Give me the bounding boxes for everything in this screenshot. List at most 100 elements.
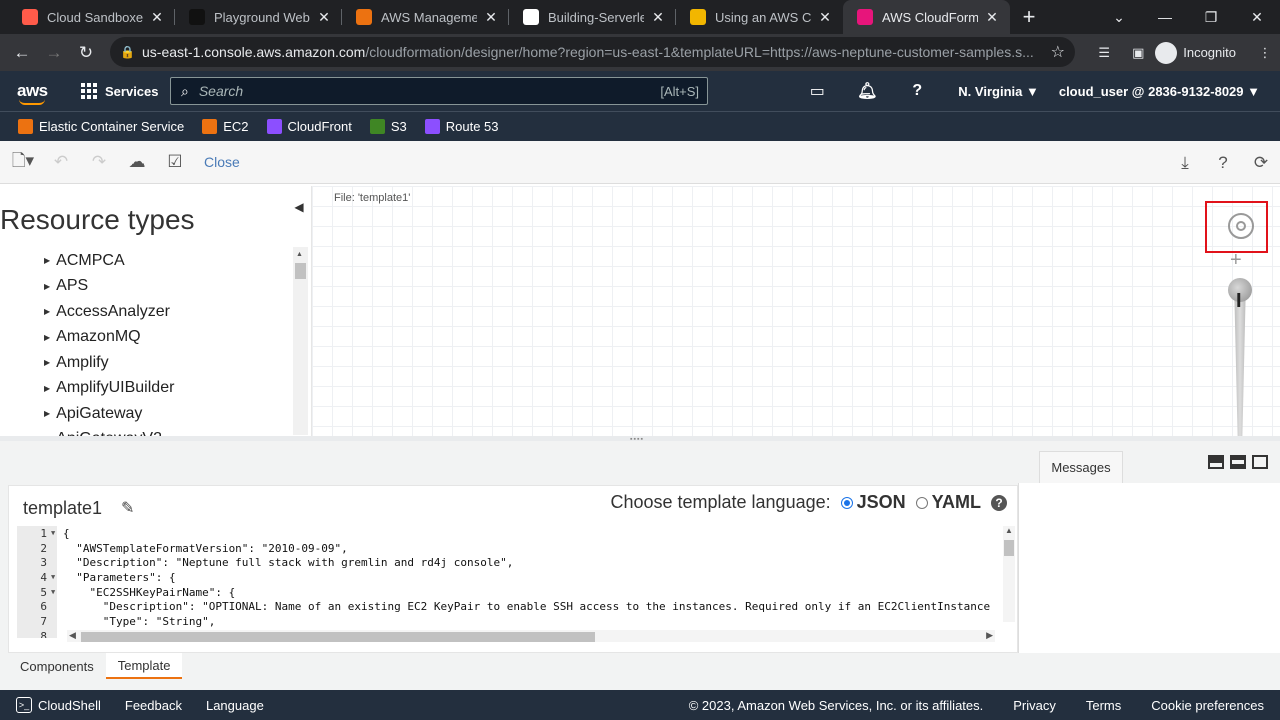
yaml-radio[interactable] <box>915 496 928 509</box>
side-panel-icon[interactable]: ▣ <box>1121 45 1155 61</box>
code-horizontal-scrollbar[interactable]: ◀ ▶ <box>67 630 995 642</box>
tab-close-icon[interactable]: ✕ <box>650 9 666 26</box>
layout-maximize-icon[interactable] <box>1252 455 1268 469</box>
resource-type-item[interactable]: ▶ AmazonMQ <box>0 325 311 351</box>
tab-close-icon[interactable]: ✕ <box>316 9 332 26</box>
back-button[interactable]: ← <box>6 37 38 69</box>
cloudshell-button[interactable]: >_ CloudShell <box>16 697 101 713</box>
fold-toggle-icon[interactable]: ▼ <box>51 529 59 537</box>
scroll-right-icon[interactable]: ▶ <box>986 630 993 641</box>
resource-types-panel: Resource types ▶ ACMPCA ▶ APS ▶ AccessAnalyze… <box>0 186 311 436</box>
cloudshell-icon[interactable]: ▭ <box>792 81 842 101</box>
refresh-icon[interactable]: ⟳ <box>1242 153 1280 173</box>
tab-close-icon[interactable]: ✕ <box>817 9 833 26</box>
favorite-label: Route 53 <box>445 119 499 134</box>
bottom-tabs: Components Template <box>8 653 183 679</box>
favorite-service[interactable]: CloudFront <box>266 119 352 134</box>
search-input[interactable]: ⌕ Search [Alt+S] <box>170 77 708 105</box>
resource-type-item[interactable]: ▶ AccessAnalyzer <box>0 299 311 325</box>
resource-type-item[interactable]: ▶ApiGatewayV2 <box>0 427 311 436</box>
copyright-text: © 2023, Amazon Web Services, Inc. or its… <box>688 697 984 713</box>
layout-split-icon[interactable] <box>1230 455 1246 469</box>
reading-list-icon[interactable]: ☰ <box>1087 45 1121 61</box>
favorite-service[interactable]: Elastic Container Service <box>18 119 184 134</box>
resource-type-item[interactable]: ▶ ApiGateway <box>0 401 311 427</box>
browser-tab[interactable]: Cloud Sandboxes - ✕ <box>8 0 175 34</box>
fit-to-window-button[interactable] <box>1205 201 1268 253</box>
scrollbar-thumb[interactable] <box>295 263 306 279</box>
services-menu-button[interactable]: Services <box>81 83 159 99</box>
account-menu[interactable]: cloud_user @ 2836-9132-8029 ▼ <box>1059 84 1260 99</box>
feedback-link[interactable]: Feedback <box>125 698 182 713</box>
region-selector[interactable]: N. Virginia ▼ <box>958 84 1039 99</box>
browser-menu-icon[interactable]: ⋮ <box>1250 45 1280 61</box>
favorite-service[interactable]: Route 53 <box>424 119 499 134</box>
code-editor[interactable]: 1 ▼ {2 "AWSTemplateFormatVersion": "2010-0… <box>17 526 1007 638</box>
tab-title: Using an AWS Clou <box>715 9 811 25</box>
browser-tab[interactable]: AWS CloudFormatio ✕ <box>843 0 1010 34</box>
validate-template-icon[interactable]: ☑ <box>156 152 194 172</box>
resource-type-item[interactable]: ▶ Amplify <box>0 350 311 376</box>
incognito-indicator[interactable]: Incognito <box>1155 41 1236 64</box>
edit-pencil-icon[interactable]: ✎ <box>121 498 134 518</box>
layout-minimize-icon[interactable] <box>1208 455 1224 469</box>
resource-list-scrollbar[interactable]: ▲ <box>293 247 308 435</box>
favorite-service[interactable]: EC2 <box>202 119 249 134</box>
fold-toggle-icon[interactable]: ▼ <box>51 588 59 596</box>
code-vertical-scrollbar[interactable]: ▲ <box>1003 526 1015 622</box>
terms-link[interactable]: Terms <box>1086 698 1121 713</box>
browser-tab[interactable]: Using an AWS Clou ✕ <box>676 0 843 34</box>
close-window-button[interactable]: ✕ <box>1234 0 1280 34</box>
browser-tab[interactable]: AWS Management ✕ <box>342 0 509 34</box>
create-stack-cloud-icon[interactable]: ☁ <box>118 152 156 172</box>
favorite-label: CloudFront <box>287 119 352 134</box>
close-button[interactable]: Close <box>204 154 240 170</box>
undo-icon[interactable]: ↶ <box>42 152 80 172</box>
redo-icon[interactable]: ↷ <box>80 152 118 172</box>
download-icon[interactable]: ⤓ <box>1166 153 1204 173</box>
browser-tab[interactable]: Building-Serverless ✕ <box>509 0 676 34</box>
tab-template[interactable]: Template <box>105 653 183 679</box>
design-canvas[interactable]: File: 'template1' <box>311 186 1280 436</box>
collapse-panel-icon[interactable]: ◀ <box>290 200 308 218</box>
incognito-label: Incognito <box>1183 45 1236 60</box>
minimize-button[interactable]: — <box>1142 0 1188 34</box>
favorite-service[interactable]: S3 <box>369 119 407 134</box>
service-icon <box>369 119 385 134</box>
scroll-up-icon[interactable]: ▲ <box>296 251 303 258</box>
window-menu-icon[interactable]: ⌄ <box>1096 0 1142 34</box>
resource-type-item[interactable]: ▶ ACMPCA <box>0 248 311 274</box>
aws-logo[interactable]: aws <box>17 81 51 105</box>
privacy-link[interactable]: Privacy <box>1013 698 1056 713</box>
reload-button[interactable]: ↻ <box>70 37 102 69</box>
scrollbar-thumb[interactable] <box>81 632 595 642</box>
tab-components[interactable]: Components <box>8 653 106 679</box>
zoom-in-icon[interactable]: + <box>1230 249 1242 272</box>
scroll-left-icon[interactable]: ◀ <box>69 630 76 641</box>
forward-button[interactable]: → <box>38 37 70 69</box>
browser-tab[interactable]: Playground Web Te ✕ <box>175 0 342 34</box>
tab-close-icon[interactable]: ✕ <box>149 9 165 26</box>
expand-caret-icon: ▶ <box>44 332 51 342</box>
restore-button[interactable]: ❐ <box>1188 0 1234 34</box>
new-tab-button[interactable]: + <box>1014 0 1044 34</box>
new-file-icon[interactable]: 🗋︎▾ <box>4 148 42 177</box>
language-link[interactable]: Language <box>206 698 264 713</box>
tab-close-icon[interactable]: ✕ <box>483 9 499 26</box>
json-radio[interactable] <box>840 496 853 509</box>
notifications-bell-icon[interactable]: 🔔︎ <box>842 81 892 101</box>
resource-type-item[interactable]: ▶ APS <box>0 274 311 300</box>
messages-tab[interactable]: Messages <box>1039 451 1123 483</box>
designer-toolbar: 🗋︎▾ ↶ ↷ ☁ ☑ Close ⤓ ? ⟳ <box>0 141 1280 184</box>
help-icon[interactable]: ? <box>991 494 1007 511</box>
resource-type-item[interactable]: ▶ AmplifyUIBuilder <box>0 376 311 402</box>
help-circle-icon[interactable]: ? <box>1204 153 1242 173</box>
fold-toggle-icon[interactable]: ▼ <box>51 573 59 581</box>
scrollbar-thumb[interactable] <box>1004 540 1014 556</box>
bookmark-star-icon[interactable]: ☆ <box>1051 42 1065 62</box>
help-icon[interactable]: ? <box>892 82 942 100</box>
scroll-up-icon[interactable]: ▲ <box>1005 526 1013 535</box>
address-bar[interactable]: 🔒 us-east-1.console.aws.amazon.com/cloud… <box>110 37 1075 67</box>
cookie-preferences-link[interactable]: Cookie preferences <box>1151 698 1264 713</box>
tab-close-icon[interactable]: ✕ <box>984 9 1000 26</box>
